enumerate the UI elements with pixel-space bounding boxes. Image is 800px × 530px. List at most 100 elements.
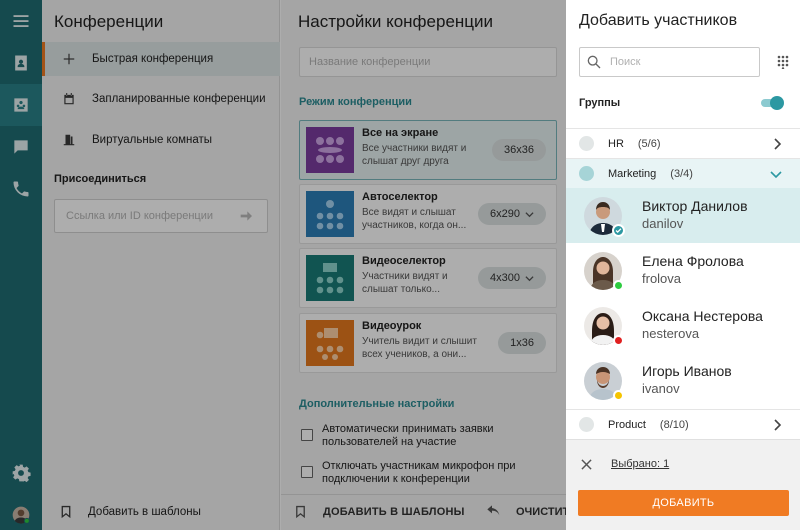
participant-name: Виктор Данилов xyxy=(642,198,748,214)
mode-section-label: Режим конференции xyxy=(299,96,412,108)
groups-toggle[interactable] xyxy=(761,96,785,110)
group-row-marketing[interactable]: Marketing (3/4) xyxy=(566,158,800,188)
name-placeholder: Название конференции xyxy=(309,56,431,68)
participant-login: ivanov xyxy=(642,381,680,396)
chevron-right-icon[interactable] xyxy=(772,138,782,150)
mode-name: Все на экране xyxy=(362,127,439,139)
mode-description: Все участники видят и слышат друг друга xyxy=(362,143,467,167)
door-icon xyxy=(56,133,82,147)
selected-check-icon xyxy=(612,223,625,237)
online-status-icon xyxy=(613,279,624,291)
join-label: Присоединиться xyxy=(54,173,147,185)
mode-name: Видеоурок xyxy=(362,320,422,332)
join-link-input[interactable]: Ссылка или ID конференции xyxy=(54,199,268,233)
participant-row[interactable]: Елена Фролова frolova xyxy=(566,243,800,298)
group-row-product[interactable]: Product (8/10) xyxy=(566,409,800,439)
mode-size-value: 1x36 xyxy=(510,337,534,349)
footer-label: Добавить в шаблоны xyxy=(88,506,201,518)
mode-card-videoselector[interactable]: Видеоселектор Участники видят и слышат т… xyxy=(299,248,557,308)
mode-size-select[interactable]: 4x300 xyxy=(478,267,546,289)
selected-count-link[interactable]: Выбрано: 1 xyxy=(611,458,669,470)
dialog-footer: Выбрано: 1 ДОБАВИТЬ xyxy=(566,439,800,530)
mode-size-value: 36x36 xyxy=(504,144,534,156)
group-name: Marketing xyxy=(608,167,657,180)
participant-row[interactable]: Виктор Данилов danilov xyxy=(566,188,800,243)
search-placeholder: Поиск xyxy=(610,56,641,68)
bookmark-icon xyxy=(61,505,71,519)
user-avatar[interactable] xyxy=(0,494,42,530)
chevron-down-icon xyxy=(525,211,534,217)
mode-description: Учитель видит и слышит всех учеников, а … xyxy=(362,336,477,360)
search-input[interactable]: Поиск xyxy=(579,47,760,77)
avatar xyxy=(584,196,625,237)
mode-card-all-on-screen[interactable]: Все на экране Все участники видят и слыш… xyxy=(299,120,557,180)
chevron-down-icon[interactable] xyxy=(770,169,782,179)
add-to-templates-button[interactable]: ДОБАВИТЬ В ШАБЛОНЫ xyxy=(295,505,465,519)
settings-icon[interactable] xyxy=(0,452,42,494)
conference-name-input[interactable]: Название конференции xyxy=(299,47,557,77)
auto-accept-checkbox[interactable] xyxy=(301,429,313,441)
arrow-right-icon[interactable] xyxy=(238,208,254,224)
participant-name: Игорь Иванов xyxy=(642,363,732,379)
group-select-radio[interactable] xyxy=(579,136,594,151)
mode-card-autoselector[interactable]: Автоселектор Все видят и слышат участник… xyxy=(299,184,557,244)
chevron-down-icon xyxy=(525,275,534,281)
app-rail xyxy=(0,0,42,530)
mode-size-badge: 1x36 xyxy=(498,332,546,354)
contacts-icon[interactable] xyxy=(0,42,42,84)
menu-item-scheduled-conferences[interactable]: Запланированные конференции xyxy=(42,82,280,116)
conferences-title: Конференции xyxy=(54,12,164,31)
group-count: (8/10) xyxy=(659,418,689,431)
dialpad-icon[interactable] xyxy=(777,55,789,69)
avatar xyxy=(584,251,624,291)
mode-description: Участники видят и слышат только... xyxy=(362,271,448,295)
clear-button[interactable]: ОЧИСТИТЬ xyxy=(486,505,577,519)
mode-description: Все видят и слышат участников, когда он.… xyxy=(362,207,467,231)
settings-title: Настройки конференции xyxy=(298,12,494,31)
menu-item-label: Быстрая конференция xyxy=(92,53,214,65)
away-status-icon xyxy=(613,389,624,401)
auto-accept-label: Автоматически принимать заявки пользоват… xyxy=(322,423,494,448)
avatar xyxy=(584,306,624,346)
phone-icon[interactable] xyxy=(0,168,42,210)
menu-item-label: Запланированные конференции xyxy=(92,93,266,105)
join-input-placeholder: Ссылка или ID конференции xyxy=(66,210,214,222)
add-to-templates-link[interactable]: Добавить в шаблоны xyxy=(42,494,280,530)
conference-icon[interactable] xyxy=(0,84,42,126)
plus-icon xyxy=(56,52,82,66)
group-row-hr[interactable]: HR (5/6) xyxy=(566,128,800,158)
mode-all-on-screen-icon xyxy=(306,127,354,173)
group-count: (3/4) xyxy=(670,167,693,180)
groups-label: Группы xyxy=(579,97,621,109)
mode-autoselector-icon xyxy=(306,191,354,237)
chevron-right-icon[interactable] xyxy=(772,419,782,431)
group-select-radio[interactable] xyxy=(579,166,594,181)
participant-name: Елена Фролова xyxy=(642,253,744,269)
add-button[interactable]: ДОБАВИТЬ xyxy=(578,490,789,516)
chat-icon[interactable] xyxy=(0,126,42,168)
busy-status-icon xyxy=(613,334,624,346)
add-to-templates-label: ДОБАВИТЬ В ШАБЛОНЫ xyxy=(323,506,465,518)
conference-settings-panel: Настройки конференции Название конференц… xyxy=(281,0,577,530)
mode-size-value: 4x300 xyxy=(490,272,520,284)
participant-name: Оксана Нестерова xyxy=(642,308,763,324)
participant-row[interactable]: Оксана Нестерова nesterova xyxy=(566,298,800,353)
mode-size-select[interactable]: 6x290 xyxy=(478,203,546,225)
mute-on-join-checkbox[interactable] xyxy=(301,466,313,478)
menu-item-quick-conference[interactable]: Быстрая конференция xyxy=(42,42,280,76)
group-name: HR xyxy=(608,137,624,150)
menu-icon[interactable] xyxy=(0,0,42,42)
menu-item-label: Виртуальные комнаты xyxy=(92,134,213,146)
mode-size-badge: 36x36 xyxy=(492,139,546,161)
add-participants-dialog: Добавить участников Поиск Группы HR (5/6… xyxy=(566,0,800,530)
mode-card-video-lesson[interactable]: Видеоурок Учитель видит и слышит всех уч… xyxy=(299,313,557,373)
mute-on-join-label: Отключать участникам микрофон при подклю… xyxy=(322,460,516,485)
search-icon xyxy=(587,55,601,69)
menu-item-virtual-rooms[interactable]: Виртуальные комнаты xyxy=(42,123,280,157)
conferences-panel: Конференции Быстрая конференция Запланир… xyxy=(42,0,280,530)
participant-row[interactable]: Игорь Иванов ivanov xyxy=(566,353,800,408)
close-icon[interactable] xyxy=(581,459,592,470)
settings-footer: ДОБАВИТЬ В ШАБЛОНЫ ОЧИСТИТЬ xyxy=(281,494,577,530)
mode-name: Видеоселектор xyxy=(362,255,446,267)
group-select-radio[interactable] xyxy=(579,417,594,432)
